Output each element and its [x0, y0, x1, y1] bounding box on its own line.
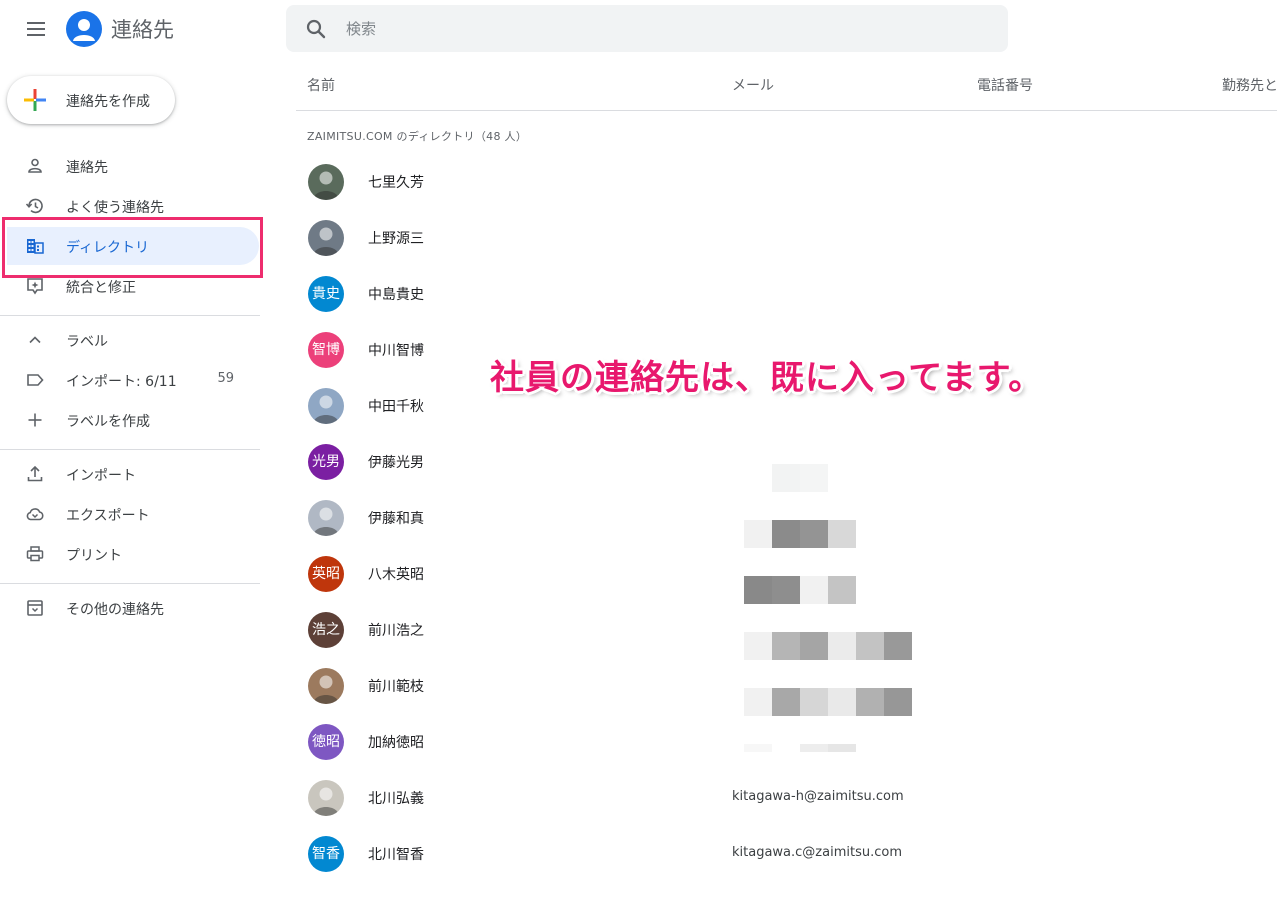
- upload-icon: [27, 465, 43, 482]
- contact-row[interactable]: 貴史 中島貴史: [296, 266, 1277, 322]
- contact-name: 北川弘義: [368, 791, 424, 807]
- sidebar-item-label: インポート: 6/11: [66, 374, 177, 390]
- sidebar-item-label: 連絡先: [66, 160, 108, 176]
- sidebar-item-label: プリント: [66, 548, 122, 564]
- contact-name: 上野源三: [368, 231, 424, 247]
- contact-email: kitagawa.c@zaimitsu.com: [732, 845, 902, 860]
- contact-name: 七里久芳: [368, 175, 424, 191]
- contact-avatar: 浩之: [308, 612, 344, 648]
- contact-avatar: 光男: [308, 444, 344, 480]
- column-header-phone[interactable]: 電話番号: [977, 75, 1033, 95]
- sidebar-item-label: ラベルを作成: [66, 414, 150, 430]
- contact-name: 前川浩之: [368, 623, 424, 639]
- sidebar-item-create-label[interactable]: ラベルを作成: [0, 400, 260, 440]
- create-contact-label: 連絡先を作成: [66, 94, 150, 110]
- contacts-logo-icon: [66, 11, 102, 47]
- sidebar-divider: [0, 583, 260, 584]
- annotation-text: 社員の連絡先は、既に入ってます。: [490, 358, 1044, 398]
- contact-photo-icon: [313, 171, 339, 200]
- contact-photo-icon: [313, 787, 339, 816]
- column-header-email[interactable]: メール: [732, 75, 774, 95]
- archive-icon: [27, 600, 43, 616]
- contact-name: 伊藤光男: [368, 455, 424, 471]
- search-box[interactable]: [286, 5, 1008, 52]
- contact-avatar: [308, 164, 344, 200]
- contact-photo-icon: [313, 227, 339, 256]
- sidebar-item-label: よく使う連絡先: [66, 200, 164, 216]
- contact-name: 北川智香: [368, 847, 424, 863]
- sidebar-item-print[interactable]: プリント: [0, 534, 260, 574]
- create-contact-button[interactable]: 連絡先を作成: [7, 76, 175, 124]
- contact-name: 加納徳昭: [368, 735, 424, 751]
- sidebar-item-label: 統合と修正: [66, 280, 136, 296]
- printer-icon: [26, 546, 44, 562]
- sidebar-divider: [0, 449, 260, 450]
- column-header-work[interactable]: 勤務先と: [1222, 75, 1277, 95]
- sidebar-divider: [0, 315, 260, 316]
- contact-name: 八木英昭: [368, 567, 424, 583]
- directory-section-label: ZAIMITSU.COM のディレクトリ（48 人）: [307, 130, 528, 143]
- sidebar-item-label: ディレクトリ: [66, 240, 150, 256]
- sidebar-item-label: エクスポート: [66, 508, 150, 524]
- contact-row[interactable]: 七里久芳: [296, 154, 1277, 210]
- plus-icon: [28, 413, 42, 427]
- contact-row[interactable]: 智香 北川智香 kitagawa.c@zaimitsu.com: [296, 826, 1277, 882]
- contact-avatar: 智香: [308, 836, 344, 872]
- sidebar-item-other-contacts[interactable]: その他の連絡先: [0, 588, 260, 628]
- merge-fix-icon: [27, 278, 43, 295]
- sidebar-item-import[interactable]: インポート: [0, 454, 260, 494]
- contact-name: 中田千秋: [368, 399, 424, 415]
- main-menu-icon[interactable]: [24, 19, 48, 39]
- contact-avatar: [308, 780, 344, 816]
- label-count: 59: [217, 371, 234, 386]
- sidebar-item-label: その他の連絡先: [66, 602, 164, 618]
- contact-avatar: 英昭: [308, 556, 344, 592]
- contact-name: 中島貴史: [368, 287, 424, 303]
- sidebar-item-label: インポート: [66, 468, 136, 484]
- contact-avatar: 智博: [308, 332, 344, 368]
- contact-avatar: 徳昭: [308, 724, 344, 760]
- contact-email: kitagawa-h@zaimitsu.com: [732, 789, 904, 804]
- app-title: 連絡先: [111, 18, 174, 42]
- contact-row[interactable]: 北川弘義 kitagawa-h@zaimitsu.com: [296, 770, 1277, 826]
- cloud-download-icon: [26, 508, 44, 521]
- contact-row[interactable]: 徳昭 加納徳昭: [296, 714, 1277, 770]
- contact-name: 前川範枝: [368, 679, 424, 695]
- contact-name: 伊藤和真: [368, 511, 424, 527]
- sidebar-item-directory[interactable]: ディレクトリ: [0, 226, 260, 266]
- header-divider: [296, 110, 1277, 111]
- contact-photo-icon: [313, 507, 339, 536]
- search-icon[interactable]: [304, 17, 328, 41]
- contact-avatar: [308, 668, 344, 704]
- labels-header: ラベル: [66, 334, 108, 350]
- sidebar-labels-toggle[interactable]: ラベル: [0, 320, 260, 360]
- search-input[interactable]: [346, 15, 986, 43]
- sidebar-item-label-import[interactable]: インポート: 6/11 59: [0, 360, 260, 400]
- plus-icon: [24, 89, 46, 111]
- column-header-name[interactable]: 名前: [307, 75, 335, 95]
- history-icon: [25, 198, 43, 214]
- contact-avatar: [308, 388, 344, 424]
- chevron-up-icon: [29, 336, 41, 344]
- sidebar-item-merge-fix[interactable]: 統合と修正: [0, 266, 260, 306]
- sidebar-item-frequent[interactable]: よく使う連絡先: [0, 186, 260, 226]
- person-icon: [28, 158, 42, 173]
- sidebar-item-contacts[interactable]: 連絡先: [0, 146, 260, 186]
- contact-name: 中川智博: [368, 343, 424, 359]
- contact-photo-icon: [313, 395, 339, 424]
- contact-avatar: [308, 220, 344, 256]
- label-icon: [27, 374, 44, 386]
- sidebar-item-export[interactable]: エクスポート: [0, 494, 260, 534]
- contact-avatar: 貴史: [308, 276, 344, 312]
- contact-photo-icon: [313, 675, 339, 704]
- contact-avatar: [308, 500, 344, 536]
- directory-icon: [27, 239, 44, 254]
- contact-row[interactable]: 上野源三: [296, 210, 1277, 266]
